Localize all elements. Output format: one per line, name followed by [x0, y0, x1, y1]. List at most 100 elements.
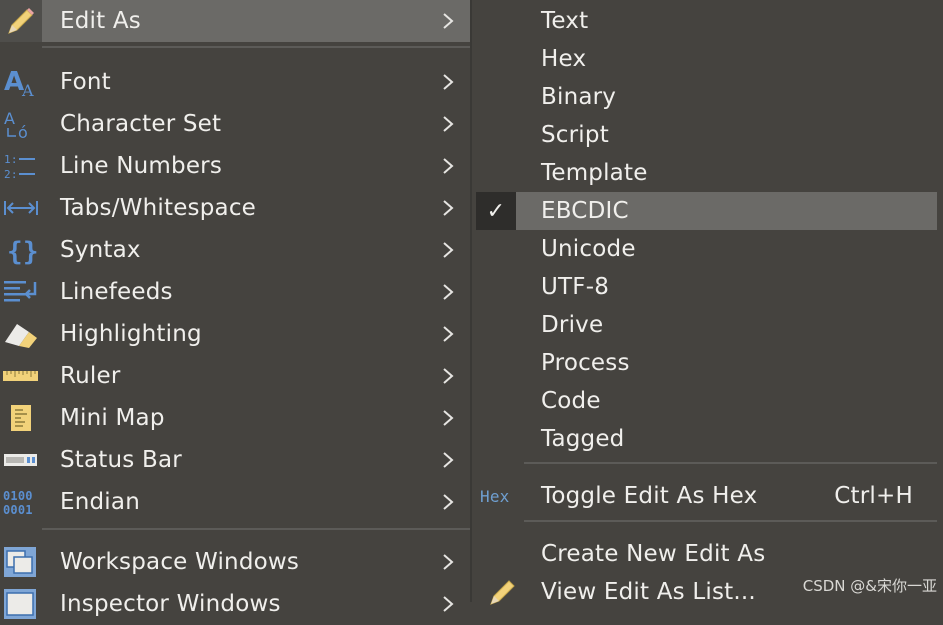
- linefeeds-icon: [0, 271, 42, 313]
- mini-map-icon: [0, 397, 42, 439]
- view-menu: Edit As AA Font Aó Character Set 1: 2: Li…: [0, 0, 470, 619]
- chevron-right-icon: [442, 355, 458, 397]
- svg-text:A: A: [4, 109, 15, 128]
- menu-item-label: Tabs/Whitespace: [60, 195, 257, 221]
- submenu-item-code[interactable]: Code: [472, 382, 943, 420]
- chevron-right-icon: [442, 313, 458, 355]
- submenu-item-binary[interactable]: Binary: [472, 78, 943, 116]
- submenu-item-label: UTF-8: [541, 274, 610, 300]
- menu-item-ruler[interactable]: Ruler: [0, 355, 470, 397]
- menu-separator: [524, 462, 937, 464]
- inspector-windows-icon: [0, 583, 42, 625]
- shortcut-label: Ctrl+H: [834, 483, 913, 509]
- chevron-right-icon: [442, 229, 458, 271]
- submenu-item-label: Code: [541, 388, 601, 414]
- menu-item-label: Edit As: [60, 8, 141, 34]
- endian-icon: 0100 0001: [0, 481, 42, 523]
- submenu-item-label: Binary: [541, 84, 617, 110]
- menu-item-highlighting[interactable]: Highlighting: [0, 313, 470, 355]
- svg-text:0100: 0100: [3, 489, 33, 503]
- font-icon: AA: [0, 61, 42, 103]
- menu-item-label: Workspace Windows: [60, 549, 300, 575]
- chevron-right-icon: [442, 187, 458, 229]
- menu-item-edit-as[interactable]: Edit As: [0, 0, 470, 42]
- submenu-item-create-new-edit-as[interactable]: Create New Edit As: [472, 535, 943, 573]
- submenu-item-utf-8[interactable]: UTF-8: [472, 268, 943, 306]
- chevron-right-icon: [442, 541, 458, 583]
- menu-item-inspector-windows[interactable]: Inspector Windows: [0, 583, 470, 625]
- menu-item-label: Mini Map: [60, 405, 165, 431]
- submenu-item-label: Text: [541, 8, 589, 34]
- menu-item-label: Status Bar: [60, 447, 182, 473]
- submenu-item-label: Create New Edit As: [541, 541, 766, 567]
- chevron-right-icon: [442, 271, 458, 313]
- menu-item-label: Endian: [60, 489, 140, 515]
- menu-item-mini-map[interactable]: Mini Map: [0, 397, 470, 439]
- submenu-item-label: Script: [541, 122, 609, 148]
- menu-item-label: Character Set: [60, 111, 222, 137]
- svg-text:ó: ó: [18, 123, 28, 140]
- chevron-right-icon: [442, 61, 458, 103]
- menu-item-status-bar[interactable]: Status Bar: [0, 439, 470, 481]
- menu-item-label: Font: [60, 69, 111, 95]
- submenu-item-toggle-edit-as-hex[interactable]: Hex Toggle Edit As Hex Ctrl+H: [472, 477, 943, 515]
- menu-item-label: Syntax: [60, 237, 141, 263]
- menu-item-label: Inspector Windows: [60, 591, 281, 617]
- submenu-item-unicode[interactable]: Unicode: [472, 230, 943, 268]
- menu-separator: [42, 528, 470, 530]
- svg-text:0001: 0001: [3, 503, 33, 517]
- menu-item-syntax[interactable]: {} Syntax: [0, 229, 470, 271]
- submenu-item-label: View Edit As List...: [541, 579, 756, 605]
- submenu-item-label: Process: [541, 350, 630, 376]
- svg-text:1:: 1:: [4, 153, 18, 166]
- menu-item-font[interactable]: AA Font: [0, 61, 470, 103]
- chevron-right-icon: [442, 583, 458, 625]
- submenu-item-label: Drive: [541, 312, 604, 338]
- ruler-icon: [0, 355, 42, 397]
- submenu-item-label: EBCDIC: [541, 198, 629, 224]
- status-bar-icon: [0, 439, 42, 481]
- chevron-right-icon: [442, 481, 458, 523]
- menu-item-label: Linefeeds: [60, 279, 173, 305]
- menu-item-label: Highlighting: [60, 321, 202, 347]
- chevron-right-icon: [442, 397, 458, 439]
- submenu-item-process[interactable]: Process: [472, 344, 943, 382]
- menu-item-label: Ruler: [60, 363, 121, 389]
- checkmark-icon: ✓: [476, 192, 516, 230]
- submenu-item-ebcdic[interactable]: ✓ EBCDIC: [472, 192, 943, 230]
- submenu-item-template[interactable]: Template: [472, 154, 943, 192]
- submenu-item-label: Template: [541, 160, 648, 186]
- menu-item-workspace-windows[interactable]: Workspace Windows: [0, 541, 470, 583]
- submenu-item-script[interactable]: Script: [472, 116, 943, 154]
- menu-item-tabs-whitespace[interactable]: Tabs/Whitespace: [0, 187, 470, 229]
- hex-icon: Hex: [480, 486, 510, 506]
- menu-item-label: Line Numbers: [60, 153, 223, 179]
- submenu-item-label: Toggle Edit As Hex: [541, 483, 758, 509]
- menu-separator: [524, 520, 937, 522]
- edit-as-submenu: Text Hex Binary Script Template ✓ EBCDIC…: [470, 0, 943, 605]
- chevron-right-icon: [442, 0, 458, 42]
- braces-icon: {}: [0, 229, 42, 271]
- svg-text:2:: 2:: [4, 168, 18, 181]
- submenu-item-text[interactable]: Text: [472, 2, 943, 40]
- tabs-whitespace-icon: [0, 187, 42, 229]
- submenu-item-label: Tagged: [541, 426, 625, 452]
- submenu-item-hex[interactable]: Hex: [472, 40, 943, 78]
- svg-text:{}: {}: [7, 237, 37, 266]
- highlighter-icon: [0, 313, 42, 355]
- submenu-item-label: Unicode: [541, 236, 636, 262]
- line-numbers-icon: 1: 2:: [0, 145, 42, 187]
- svg-text:A: A: [21, 81, 34, 98]
- chevron-right-icon: [442, 145, 458, 187]
- submenu-item-drive[interactable]: Drive: [472, 306, 943, 344]
- menu-item-endian[interactable]: 0100 0001 Endian: [0, 481, 470, 523]
- submenu-item-tagged[interactable]: Tagged: [472, 420, 943, 458]
- chevron-right-icon: [442, 439, 458, 481]
- workspace-windows-icon: [0, 541, 42, 583]
- menu-item-character-set[interactable]: Aó Character Set: [0, 103, 470, 145]
- menu-item-line-numbers[interactable]: 1: 2: Line Numbers: [0, 145, 470, 187]
- submenu-item-label: Hex: [541, 46, 587, 72]
- menu-item-linefeeds[interactable]: Linefeeds: [0, 271, 470, 313]
- pencil-icon: [482, 573, 524, 611]
- pencil-icon: [0, 0, 42, 42]
